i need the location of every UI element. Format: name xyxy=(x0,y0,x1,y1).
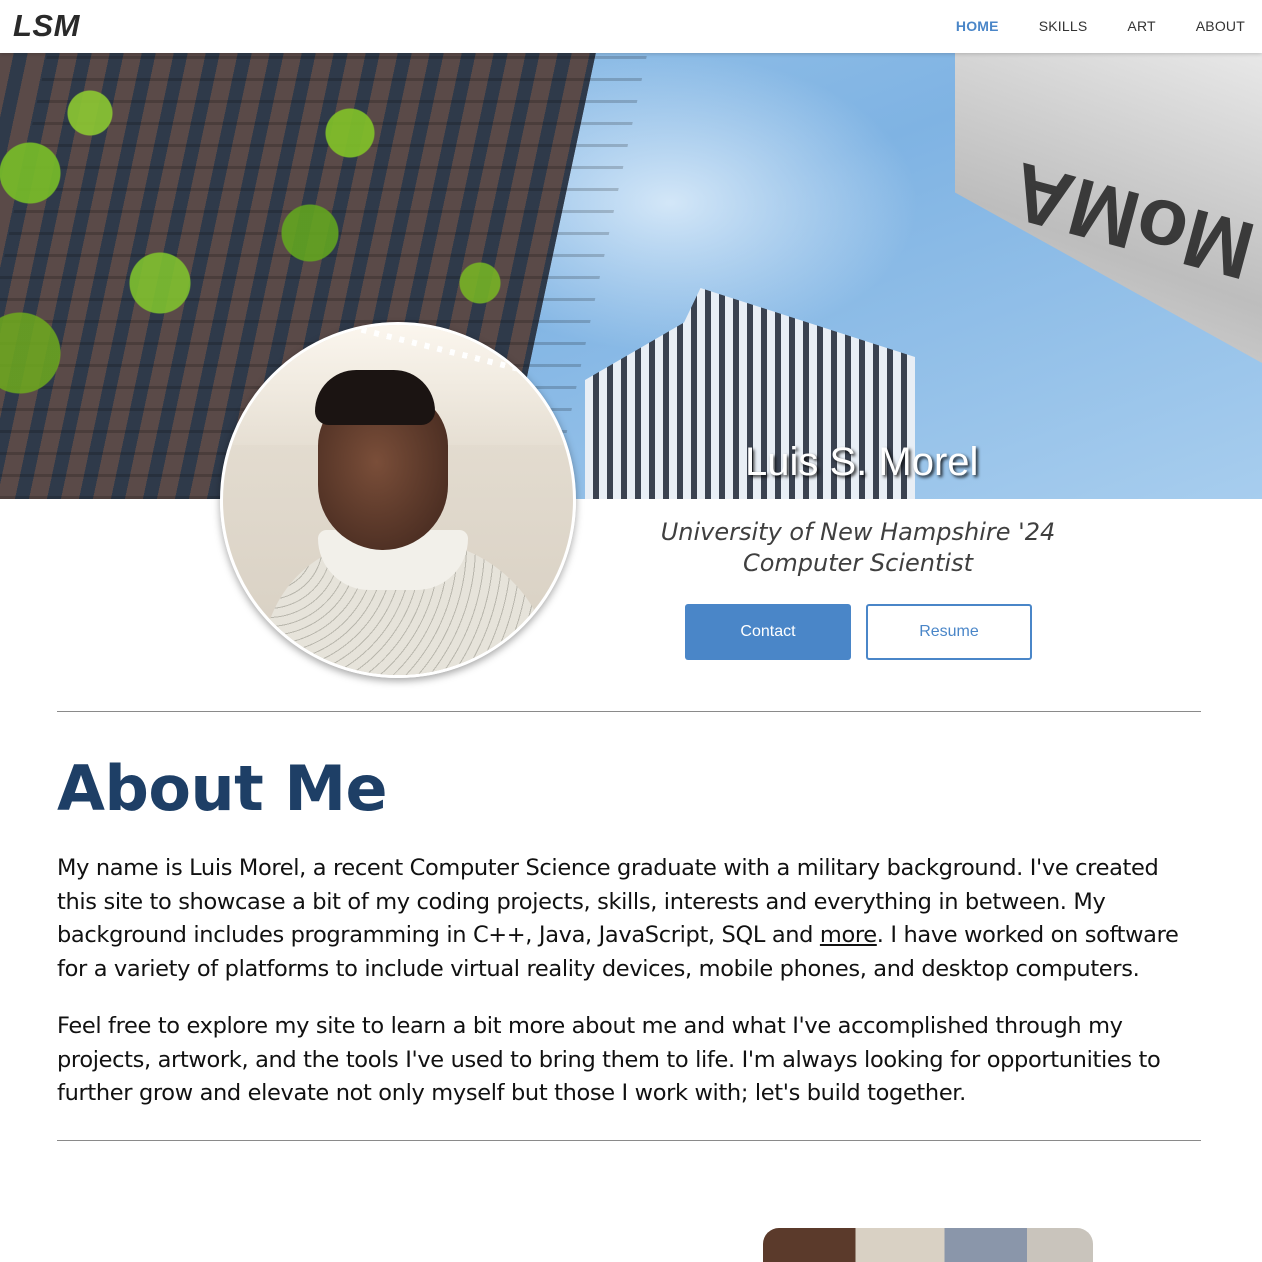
profile-avatar xyxy=(220,322,576,678)
hero-banner-image: MoMA Luis S. Morel xyxy=(0,53,1262,499)
about-paragraph-2: Feel free to explore my site to learn a … xyxy=(57,1013,1161,1106)
top-navbar: LSM HOME SKILLS ART ABOUT xyxy=(0,0,1262,53)
brand-logo[interactable]: LSM xyxy=(13,8,80,44)
profile-subtitle: University of New Hampshire '24 Computer… xyxy=(658,517,1058,579)
nav-link-home[interactable]: HOME xyxy=(956,18,999,34)
more-skills-link[interactable]: more xyxy=(820,922,877,948)
nav-links: HOME SKILLS ART ABOUT xyxy=(916,18,1245,34)
contact-button[interactable]: Contact xyxy=(685,604,851,660)
about-paragraph-1: My name is Luis Morel, a recent Computer… xyxy=(57,852,1201,986)
nav-link-skills[interactable]: SKILLS xyxy=(1039,18,1088,34)
nav-link-art[interactable]: ART xyxy=(1127,18,1155,34)
about-heading: About Me xyxy=(57,752,388,825)
nav-link-about[interactable]: ABOUT xyxy=(1196,18,1245,34)
project-thumbnail-image xyxy=(763,1228,1093,1262)
avatar-hair xyxy=(315,370,435,425)
subtitle-role: Computer Scientist xyxy=(742,549,973,577)
divider-bottom xyxy=(57,1140,1201,1141)
hero-name: Luis S. Morel xyxy=(745,440,979,484)
divider-top xyxy=(57,711,1201,712)
subtitle-school: University of New Hampshire '24 xyxy=(660,518,1056,546)
resume-button[interactable]: Resume xyxy=(866,604,1032,660)
